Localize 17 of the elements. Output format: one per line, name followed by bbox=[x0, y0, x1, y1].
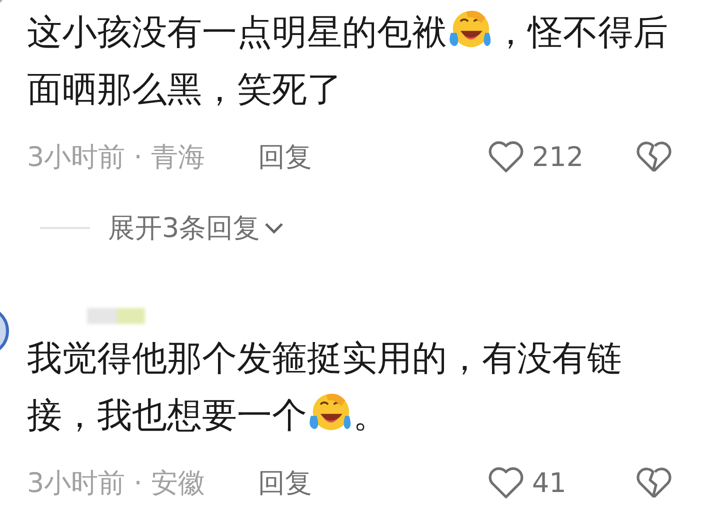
comment-text: 我觉得他那个发箍挺实用的，有没有链接，我也想要一个 。 bbox=[27, 338, 623, 438]
comment-meta: 3小时前 · 安徽 bbox=[27, 467, 206, 501]
reply-link[interactable]: 回复 bbox=[258, 465, 312, 501]
like-count: 41 bbox=[532, 468, 566, 498]
comment-meta: 3小时前 · 青海 bbox=[27, 141, 206, 175]
redacted-name bbox=[87, 308, 145, 324]
laughing-face-icon bbox=[447, 8, 493, 50]
like-count: 212 bbox=[532, 142, 584, 172]
broken-heart-icon[interactable] bbox=[636, 141, 672, 173]
heart-icon[interactable] bbox=[488, 141, 524, 173]
broken-heart-icon[interactable] bbox=[636, 467, 672, 499]
comment-text: 这小孩没有一点明星的包袱 ，怪不得后面晒那么黑，笑死了 bbox=[27, 5, 679, 119]
reply-link[interactable]: 回复 bbox=[258, 139, 312, 175]
laughing-face-icon bbox=[307, 391, 353, 433]
expand-replies-button[interactable]: 展开3条回复 bbox=[108, 210, 284, 246]
heart-icon[interactable] bbox=[488, 467, 524, 499]
chevron-down-icon bbox=[264, 221, 284, 235]
